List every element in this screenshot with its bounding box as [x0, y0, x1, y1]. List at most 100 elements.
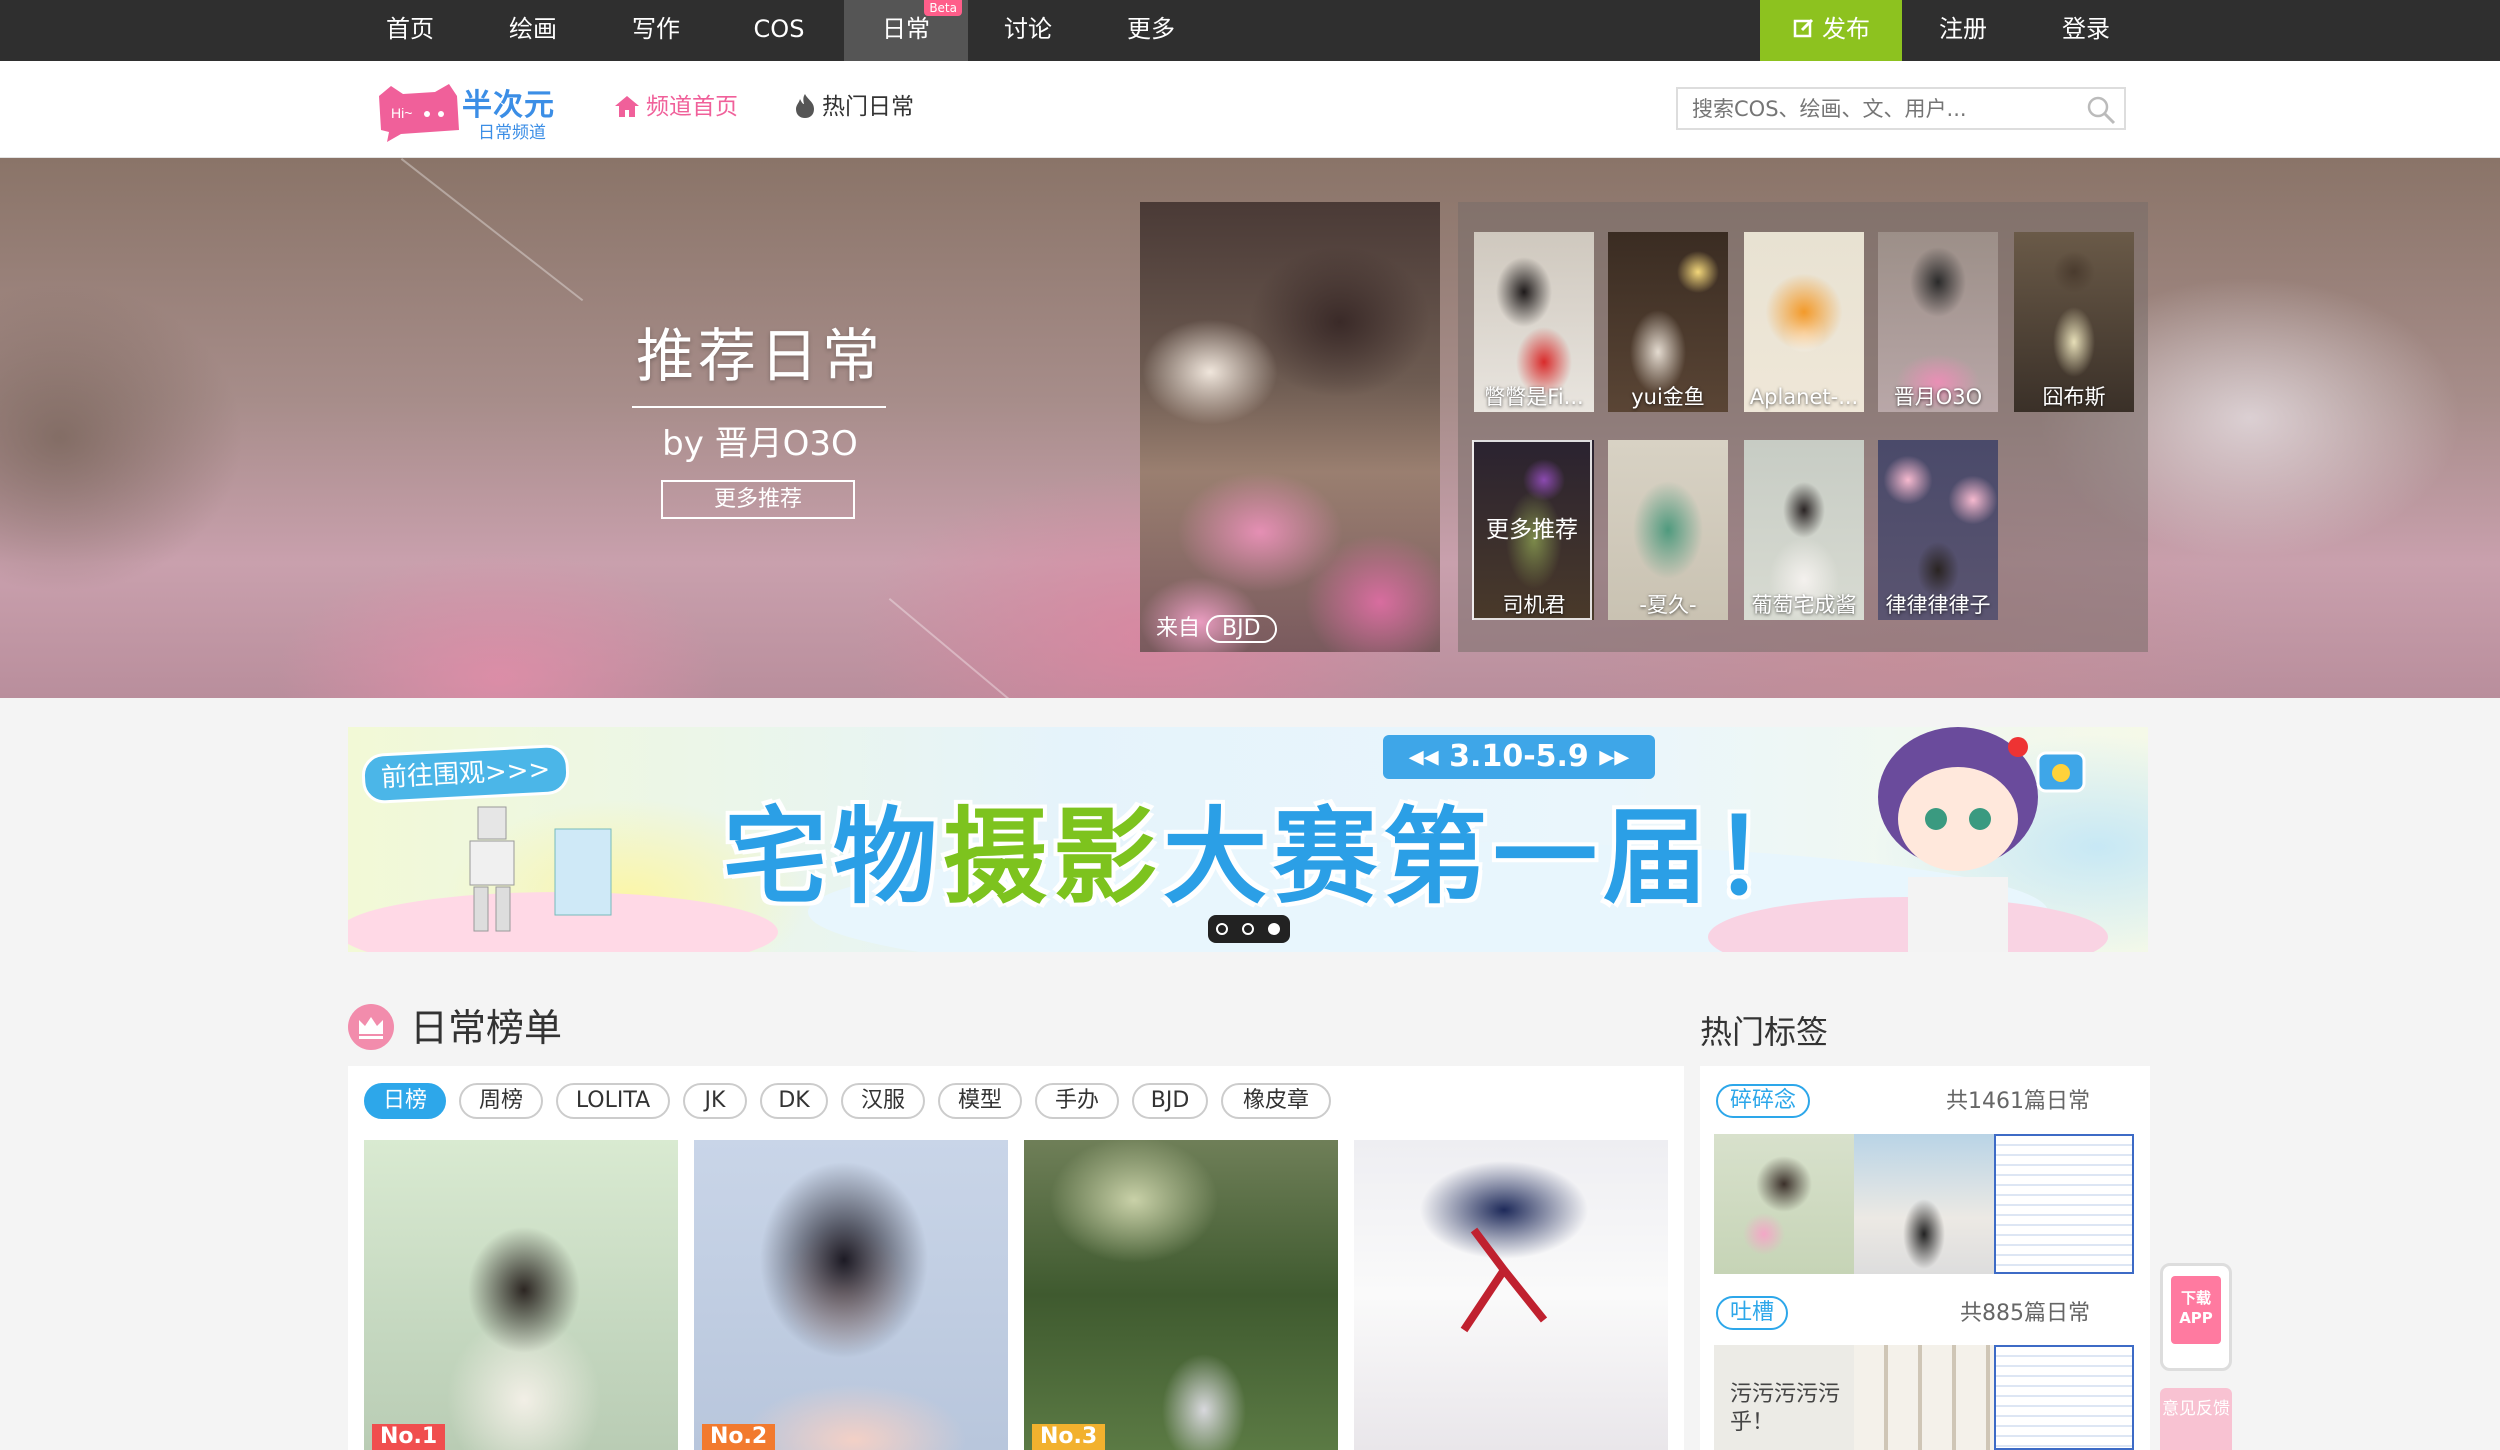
ranking-title: 日常榜单	[410, 1006, 563, 1050]
fire-icon	[796, 94, 814, 118]
figure-box-icon	[554, 828, 612, 916]
nav-home[interactable]: 首页	[362, 0, 458, 61]
feature-tag[interactable]: BJD	[1206, 615, 1277, 643]
recommend-thumb-caption: 葡萄宅成酱	[1751, 593, 1857, 617]
hot-tags-title: 热门标签	[1700, 1013, 1829, 1051]
rank-tab-stamp[interactable]: 橡皮章	[1221, 1083, 1331, 1119]
recommend-thumb-caption: yui金鱼	[1631, 385, 1705, 409]
rank-tab-weekly[interactable]: 周榜	[459, 1083, 543, 1119]
hot-tag-rant[interactable]: 吐槽	[1716, 1296, 1789, 1330]
hero-decor-line	[888, 598, 1074, 698]
logo-subtitle: 日常频道	[478, 123, 546, 143]
beta-badge: Beta	[924, 0, 962, 16]
camera-icon	[2036, 751, 2086, 793]
rank-tab-jk[interactable]: JK	[683, 1083, 747, 1119]
recommend-thumb[interactable]: 瞥瞥是Fi...	[1474, 232, 1594, 412]
hot-tag-thumb[interactable]	[1854, 1134, 1994, 1274]
banner-date: ◂◂ 3.10-5.9 ▸▸	[1383, 735, 1655, 779]
rank-item-3[interactable]: No.3	[1024, 1140, 1338, 1450]
top-navbar: 首页 绘画 写作 COS 日常 Beta 讨论 更多 发布 注册 登录	[0, 0, 2500, 61]
hero-title: 推荐日常	[635, 322, 884, 390]
hero-decor-line	[400, 158, 584, 302]
feature-from-label: 来自	[1156, 616, 1201, 641]
rank-tab-figure[interactable]: 手办	[1035, 1083, 1119, 1119]
nav-daily-label: 日常	[882, 15, 930, 43]
robot-figure-icon	[469, 806, 515, 932]
hot-tag-count: 共885篇日常	[1960, 1301, 2090, 1326]
recommend-thumb[interactable]: 囧布斯	[2014, 232, 2134, 412]
thumbs-more-button[interactable]: 更多推荐	[1472, 440, 1592, 620]
crown-icon	[348, 1004, 394, 1050]
pager-dot[interactable]	[1242, 923, 1254, 935]
nav-more[interactable]: 更多	[1103, 0, 1199, 61]
hot-tag-thumb[interactable]	[1994, 1345, 2134, 1450]
rank-tab-model[interactable]: 模型	[938, 1083, 1022, 1119]
publish-button[interactable]: 发布	[1760, 0, 1902, 61]
recommend-thumb[interactable]: Aplanet-...	[1744, 232, 1864, 412]
site-logo[interactable]: Hi~	[375, 82, 467, 144]
hot-tag-thumb[interactable]: 污污污污污乎！	[1714, 1345, 1854, 1450]
rank-tab-lolita[interactable]: LOLITA	[556, 1083, 670, 1119]
recommend-thumb-caption: Aplanet-...	[1749, 385, 1859, 409]
login-link[interactable]: 登录	[2038, 0, 2134, 61]
banner-title-highlight: 摄影	[943, 796, 1164, 918]
recommend-thumb[interactable]: -夏久-	[1608, 440, 1728, 620]
recommend-thumb[interactable]: yui金鱼	[1608, 232, 1728, 412]
rank-no-1: No.1	[372, 1424, 446, 1450]
hot-tag-chatter[interactable]: 碎碎念	[1716, 1084, 1811, 1118]
featured-photo[interactable]: 来自 BJD	[1140, 202, 1440, 652]
banner-title: 宅物摄影大赛第一届！	[723, 787, 1823, 927]
ribbon-decor	[1460, 1227, 1548, 1333]
pager-dot-active[interactable]	[1268, 923, 1280, 935]
banner-title-part: 大赛第一届！	[1163, 796, 1824, 918]
rank-item-1[interactable]: No.1	[364, 1140, 678, 1450]
hot-tag-thumb[interactable]	[1714, 1134, 1854, 1274]
nav-painting[interactable]: 绘画	[485, 0, 581, 61]
banner-title-part: 宅物	[723, 796, 944, 918]
home-icon	[615, 96, 639, 117]
channel-home-label: 频道首页	[646, 94, 738, 120]
search-icon[interactable]	[2086, 95, 2116, 125]
recommend-thumb[interactable]: 律律律律子	[1878, 440, 1998, 620]
download-app-label: 下载APP	[2171, 1276, 2221, 1344]
logo-badge: Hi~	[391, 105, 412, 121]
recommend-thumb-caption: 晋月O3O	[1893, 385, 1983, 409]
hero-more-button[interactable]: 更多推荐	[661, 480, 855, 519]
recommend-thumb-caption: 瞥瞥是Fi...	[1484, 385, 1584, 409]
rank-no-2: No.2	[702, 1424, 776, 1450]
nav-cos[interactable]: COS	[731, 0, 827, 61]
search-box	[1676, 87, 2126, 130]
event-banner[interactable]: 前往围观>>> ◂◂ 3.10-5.9 ▸▸ 宅物摄影大赛第一届！	[348, 727, 2148, 952]
nav-writing[interactable]: 写作	[608, 0, 704, 61]
hot-daily-label: 热门日常	[822, 94, 914, 120]
rank-tab-daily[interactable]: 日榜	[364, 1083, 446, 1119]
nav-daily[interactable]: 日常 Beta	[844, 0, 968, 61]
rank-tab-dk[interactable]: DK	[760, 1083, 828, 1119]
register-link[interactable]: 注册	[1915, 0, 2011, 61]
rank-item-4[interactable]	[1354, 1140, 1668, 1450]
download-app-float[interactable]: 下载APP	[2160, 1263, 2232, 1371]
nav-discuss[interactable]: 讨论	[980, 0, 1076, 61]
recommend-thumb-caption: 律律律律子	[1885, 593, 1991, 617]
recommend-thumb-caption: 囧布斯	[2042, 385, 2106, 409]
feature-source: 来自 BJD	[1156, 612, 1277, 646]
rank-tab-hanfu[interactable]: 汉服	[841, 1083, 925, 1119]
feedback-float[interactable]: 意见反馈	[2160, 1388, 2232, 1450]
channel-home-link[interactable]: 频道首页	[614, 92, 738, 122]
hot-tag-thumb[interactable]	[1994, 1134, 2134, 1274]
pager-dot[interactable]	[1216, 923, 1228, 935]
recommend-thumb[interactable]: 葡萄宅成酱	[1744, 440, 1864, 620]
hot-tag-thumb[interactable]	[1854, 1345, 1994, 1450]
rant-thumb-text: 污污污污污乎！	[1730, 1382, 1841, 1435]
hero-author[interactable]: by 晋月O3O	[600, 418, 920, 470]
hero-divider	[632, 406, 886, 408]
search-input[interactable]	[1678, 89, 2068, 128]
recommend-thumb-caption: -夏久-	[1639, 593, 1697, 617]
rank-item-2[interactable]: No.2	[694, 1140, 1008, 1450]
rank-no-3: No.3	[1032, 1424, 1106, 1450]
hot-daily-link[interactable]: 热门日常	[794, 92, 914, 122]
rank-tab-bjd[interactable]: BJD	[1132, 1083, 1208, 1119]
edit-icon	[1793, 18, 1814, 38]
hot-tag-count: 共1461篇日常	[1946, 1089, 2090, 1114]
recommend-thumb[interactable]: 晋月O3O	[1878, 232, 1998, 412]
